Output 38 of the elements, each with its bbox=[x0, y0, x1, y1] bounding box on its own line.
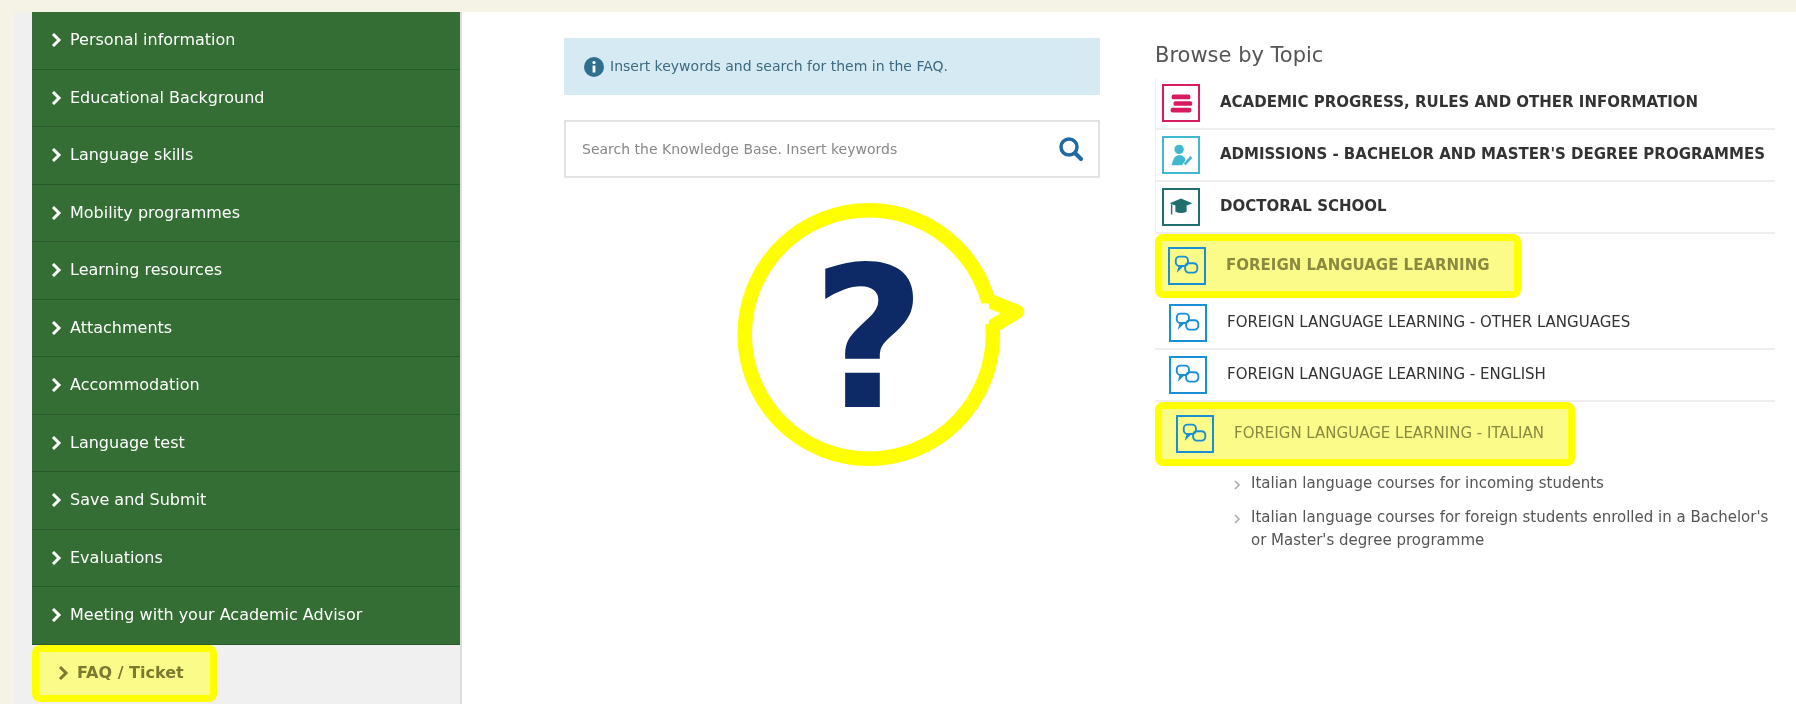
search-icon[interactable] bbox=[1058, 136, 1084, 162]
info-text: Insert keywords and search for them in the FAQ. bbox=[610, 57, 948, 76]
chevron-icon bbox=[50, 205, 62, 220]
sidebar-item[interactable]: Mobility programmes bbox=[32, 184, 460, 242]
sidebar-item[interactable]: Learning resources bbox=[32, 242, 460, 300]
sidebar-item[interactable]: Personal information bbox=[32, 12, 460, 70]
chevron-icon bbox=[50, 148, 62, 163]
browse-title: Browse by Topic bbox=[1155, 42, 1325, 69]
sidebar-item[interactable]: FAQ / Ticket bbox=[32, 644, 217, 702]
sidebar-item[interactable]: Evaluations bbox=[32, 529, 460, 587]
chevron-icon bbox=[50, 550, 62, 565]
sidebar-item[interactable]: Attachments bbox=[32, 299, 460, 357]
topic-link[interactable]: ADMISSIONS - BACHELOR AND MASTER'S DEGREE PROGRAMMES bbox=[1155, 129, 1775, 182]
chevron-icon bbox=[50, 33, 62, 48]
sidebar-item[interactable]: Language test bbox=[32, 414, 460, 472]
chevron-icon bbox=[50, 263, 62, 278]
topic-link[interactable]: FOREIGN LANGUAGE LEARNING bbox=[1155, 233, 1521, 298]
chevron-icon bbox=[50, 608, 62, 623]
article-link[interactable]: Italian language courses for incoming students bbox=[1251, 471, 1604, 494]
sidebar-item[interactable]: Language skills bbox=[32, 127, 460, 185]
chevron-icon bbox=[1233, 513, 1241, 525]
article-link[interactable]: Italian language courses for foreign students enrolled in a Bachelor's or Master's degree programme bbox=[1251, 506, 1775, 551]
chevron-icon bbox=[50, 435, 62, 450]
topic-link[interactable]: ACADEMIC PROGRESS, RULES AND OTHER INFORMATION bbox=[1155, 77, 1775, 130]
chevron-icon bbox=[50, 90, 62, 105]
sidebar-item[interactable]: Save and Submit bbox=[32, 472, 460, 530]
topic-link[interactable]: FOREIGN LANGUAGE LEARNING - OTHER LANGUAGES bbox=[1155, 297, 1775, 350]
search-field[interactable]: Search the Knowledge Base. Insert keywords bbox=[564, 120, 1100, 178]
chevron-icon bbox=[50, 378, 62, 393]
chevron-icon bbox=[50, 320, 62, 335]
sidebar-item[interactable]: Meeting with your Academic Advisor bbox=[32, 587, 460, 645]
sidebar-item[interactable]: Accommodation bbox=[32, 357, 460, 415]
chevron-icon bbox=[57, 666, 69, 681]
chevron-icon bbox=[50, 493, 62, 508]
topic-link[interactable]: FOREIGN LANGUAGE LEARNING - ITALIAN bbox=[1155, 401, 1575, 466]
chevron-icon bbox=[1233, 478, 1241, 491]
info-icon bbox=[584, 56, 604, 77]
sidebar-item[interactable]: Educational Background bbox=[32, 69, 460, 127]
